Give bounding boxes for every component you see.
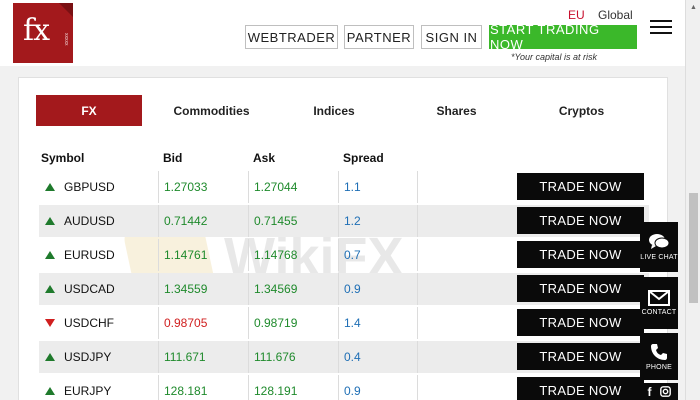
phone-label: PHONE <box>646 363 672 371</box>
symbol-cell: USDCAD <box>45 273 115 305</box>
brand-logo[interactable]: fx xxxxx <box>13 3 73 63</box>
trend-up-icon <box>45 387 55 395</box>
symbol-cell: EURUSD <box>45 239 115 271</box>
logo-text: fx <box>23 13 50 48</box>
trade-now-button[interactable]: TRADE NOW <box>517 275 644 302</box>
bid-cell: 111.671 <box>164 350 206 364</box>
symbol-cell: AUDUSD <box>45 205 115 237</box>
ask-cell: 1.34569 <box>254 282 298 296</box>
symbol-cell: USDJPY <box>45 341 111 373</box>
spread-cell: 0.9 <box>344 384 361 398</box>
table-row: USDJPY 111.671 111.676 0.4 TRADE NOW <box>39 341 649 373</box>
scrollbar-thumb[interactable] <box>689 193 698 303</box>
trend-down-icon <box>45 319 55 327</box>
column-header-ask: Ask <box>253 151 276 165</box>
trend-up-icon <box>45 353 55 361</box>
trade-now-button[interactable]: TRADE NOW <box>517 173 644 200</box>
risk-disclaimer: *Your capital is at risk <box>511 52 598 62</box>
contact-label: CONTACT <box>641 309 677 316</box>
spread-cell: 0.9 <box>344 282 361 296</box>
ask-cell: 111.676 <box>254 350 296 364</box>
partner-button[interactable]: PARTNER <box>344 25 414 49</box>
spread-cell: 1.1 <box>344 180 361 194</box>
spread-cell: 0.4 <box>344 350 361 364</box>
trade-now-button[interactable]: TRADE NOW <box>517 377 644 400</box>
page-scrollbar[interactable]: ▲ <box>685 0 700 400</box>
table-row: USDCAD 1.34559 1.34569 0.9 TRADE NOW <box>39 273 649 305</box>
ask-cell: 0.98719 <box>254 316 298 330</box>
site-header: fx xxxxx EU Global WEBTRADER PARTNER SIG… <box>0 0 685 66</box>
symbol-text: GBPUSD <box>64 180 115 194</box>
column-header-bid: Bid <box>163 151 183 165</box>
tab-fx[interactable]: FX <box>36 95 142 126</box>
spread-cell: 1.2 <box>344 214 361 228</box>
region-eu-link[interactable]: EU <box>568 8 585 22</box>
trend-up-icon <box>45 251 55 259</box>
instagram-icon[interactable] <box>659 386 671 397</box>
tab-cryptos[interactable]: Cryptos <box>529 95 634 126</box>
symbol-text: EURJPY <box>64 384 112 398</box>
trade-now-button[interactable]: TRADE NOW <box>517 309 644 336</box>
spread-cell: 1.4 <box>344 316 361 330</box>
bid-cell: 1.14761 <box>164 248 208 262</box>
tab-shares[interactable]: Shares <box>404 95 509 126</box>
region-global-link[interactable]: Global <box>598 8 633 22</box>
table-row: AUDUSD 0.71442 0.71455 1.2 TRADE NOW <box>39 205 649 237</box>
logo-small-text: xxxxx <box>63 33 69 46</box>
quotes-panel: WikiFX FX Commodities Indices Shares Cry… <box>18 77 668 400</box>
chat-icon <box>649 234 670 249</box>
phone-icon <box>651 343 667 360</box>
symbol-cell: USDCHF <box>45 307 114 339</box>
start-trading-button[interactable]: START TRADING NOW <box>489 22 637 52</box>
social-links: f <box>640 383 678 400</box>
column-header-spread: Spread <box>343 151 384 165</box>
ask-cell: 128.191 <box>254 384 298 398</box>
symbol-cell: GBPUSD <box>45 171 115 203</box>
table-row: USDCHF 0.98705 0.98719 1.4 TRADE NOW <box>39 307 649 339</box>
tab-indices[interactable]: Indices <box>279 95 389 126</box>
ask-cell: 0.71455 <box>254 214 298 228</box>
ask-cell: 1.27044 <box>254 180 298 194</box>
facebook-icon[interactable]: f <box>648 385 652 399</box>
table-row: EURJPY 128.181 128.191 0.9 TRADE NOW <box>39 375 649 400</box>
trend-up-icon <box>45 183 55 191</box>
tab-commodities[interactable]: Commodities <box>149 95 274 126</box>
logo-fold <box>59 3 73 17</box>
envelope-icon <box>648 290 670 306</box>
ask-cell: 1.14768 <box>254 248 298 262</box>
bid-cell: 0.98705 <box>164 316 208 330</box>
bid-cell: 1.34559 <box>164 282 208 296</box>
bid-cell: 128.181 <box>164 384 208 398</box>
symbol-text: USDCHF <box>64 316 114 330</box>
bid-cell: 1.27033 <box>164 180 208 194</box>
table-row: EURUSD 1.14761 1.14768 0.7 TRADE NOW <box>39 239 649 271</box>
symbol-text: EURUSD <box>64 248 115 262</box>
trade-now-button[interactable]: TRADE NOW <box>517 343 644 370</box>
bid-cell: 0.71442 <box>164 214 208 228</box>
webtrader-button[interactable]: WEBTRADER <box>245 25 338 49</box>
trend-up-icon <box>45 285 55 293</box>
column-header-symbol: Symbol <box>41 151 85 165</box>
trade-now-button[interactable]: TRADE NOW <box>517 207 644 234</box>
symbol-cell: EURJPY <box>45 375 111 400</box>
live-chat-label: LIVE CHAT <box>640 254 678 261</box>
menu-hamburger-icon[interactable] <box>650 20 672 36</box>
symbol-text: USDJPY <box>64 350 112 364</box>
trade-now-button[interactable]: TRADE NOW <box>517 241 644 268</box>
scroll-up-icon[interactable]: ▲ <box>690 4 697 11</box>
trend-up-icon <box>45 217 55 225</box>
phone-button[interactable]: PHONE <box>640 333 678 380</box>
spread-cell: 0.7 <box>344 248 361 262</box>
live-chat-button[interactable]: LIVE CHAT <box>640 222 678 272</box>
sign-in-button[interactable]: SIGN IN <box>421 25 482 49</box>
contact-button[interactable]: CONTACT <box>640 277 678 329</box>
table-row: GBPUSD 1.27033 1.27044 1.1 TRADE NOW <box>39 171 649 203</box>
symbol-text: USDCAD <box>64 282 115 296</box>
symbol-text: AUDUSD <box>64 214 115 228</box>
